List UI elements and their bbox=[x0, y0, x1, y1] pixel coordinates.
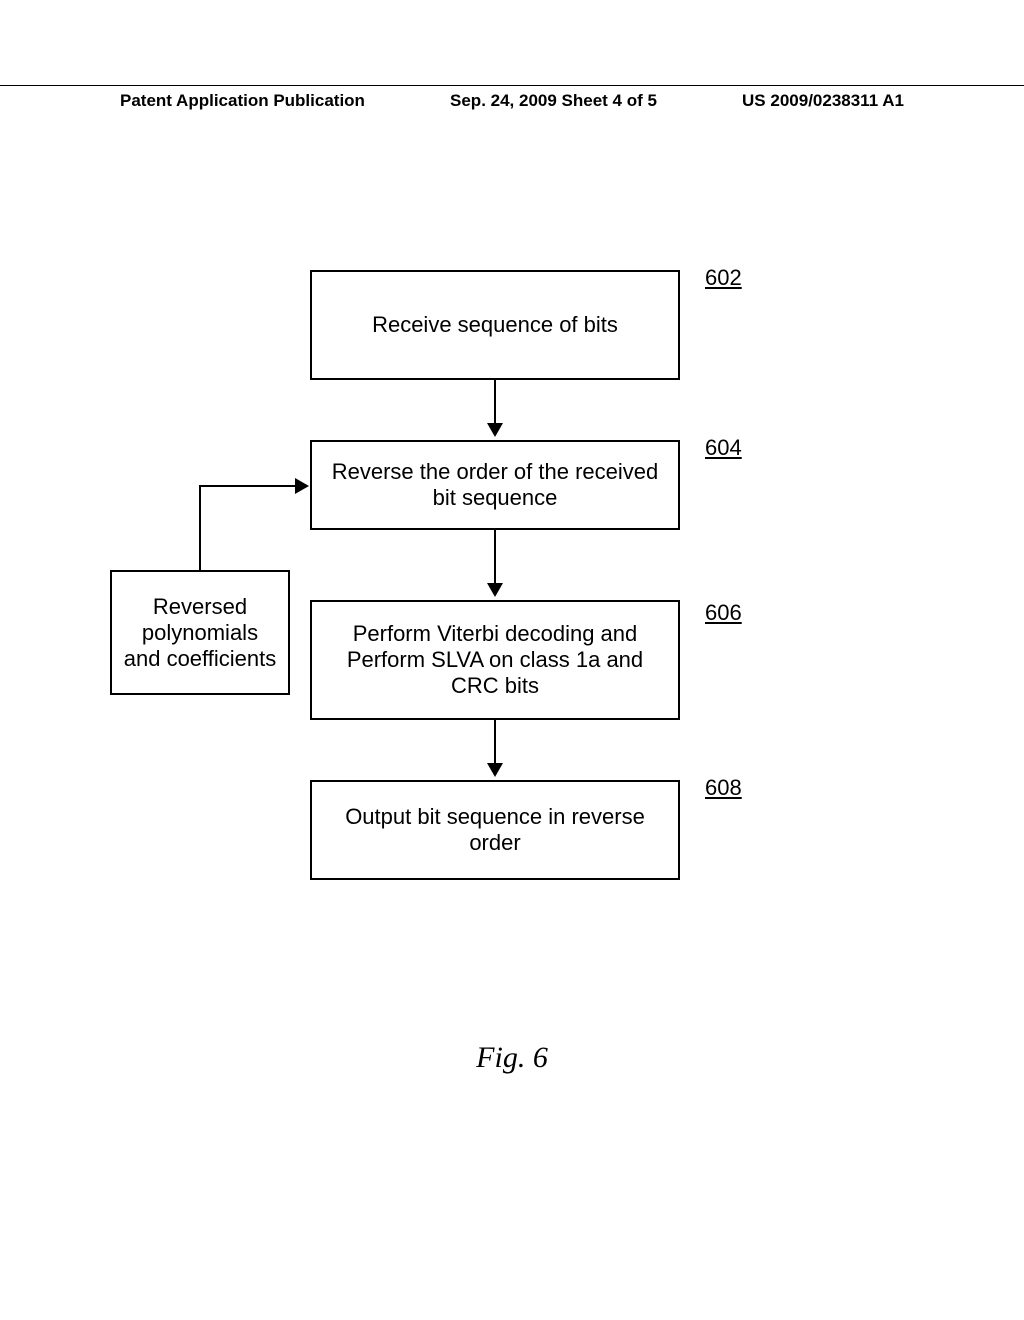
header-right: US 2009/0238311 A1 bbox=[742, 91, 904, 111]
box-606-text: Perform Viterbi decoding and Perform SLV… bbox=[322, 621, 668, 699]
ref-604: 604 bbox=[705, 435, 742, 461]
box-reversed-polynomials: Reversed polynomials and coefficients bbox=[110, 570, 290, 695]
header-left: Patent Application Publication bbox=[120, 91, 365, 111]
box-receive-sequence: Receive sequence of bits bbox=[310, 270, 680, 380]
box-602-text: Receive sequence of bits bbox=[372, 312, 618, 338]
arrow-604-to-606 bbox=[494, 530, 496, 595]
box-reverse-order: Reverse the order of the received bit se… bbox=[310, 440, 680, 530]
ref-602: 602 bbox=[705, 265, 742, 291]
ref-606: 606 bbox=[705, 600, 742, 626]
sidebox-text: Reversed polynomials and coefficients bbox=[122, 594, 278, 672]
header-row: Patent Application Publication Sep. 24, … bbox=[0, 91, 1024, 111]
page-header: Patent Application Publication Sep. 24, … bbox=[0, 85, 1024, 111]
box-608-text: Output bit sequence in reverse order bbox=[322, 804, 668, 856]
connector-sidebox-to-604 bbox=[199, 485, 307, 487]
figure-caption: Fig. 6 bbox=[0, 1041, 1024, 1075]
box-output-reverse: Output bit sequence in reverse order bbox=[310, 780, 680, 880]
connector-sidebox-vertical bbox=[199, 485, 201, 570]
flowchart-diagram: Receive sequence of bits 602 Reverse the… bbox=[0, 270, 1024, 1050]
box-viterbi-decoding: Perform Viterbi decoding and Perform SLV… bbox=[310, 600, 680, 720]
arrow-606-to-608 bbox=[494, 720, 496, 775]
ref-608: 608 bbox=[705, 775, 742, 801]
box-604-text: Reverse the order of the received bit se… bbox=[322, 459, 668, 511]
header-center: Sep. 24, 2009 Sheet 4 of 5 bbox=[450, 91, 657, 111]
arrow-602-to-604 bbox=[494, 380, 496, 435]
